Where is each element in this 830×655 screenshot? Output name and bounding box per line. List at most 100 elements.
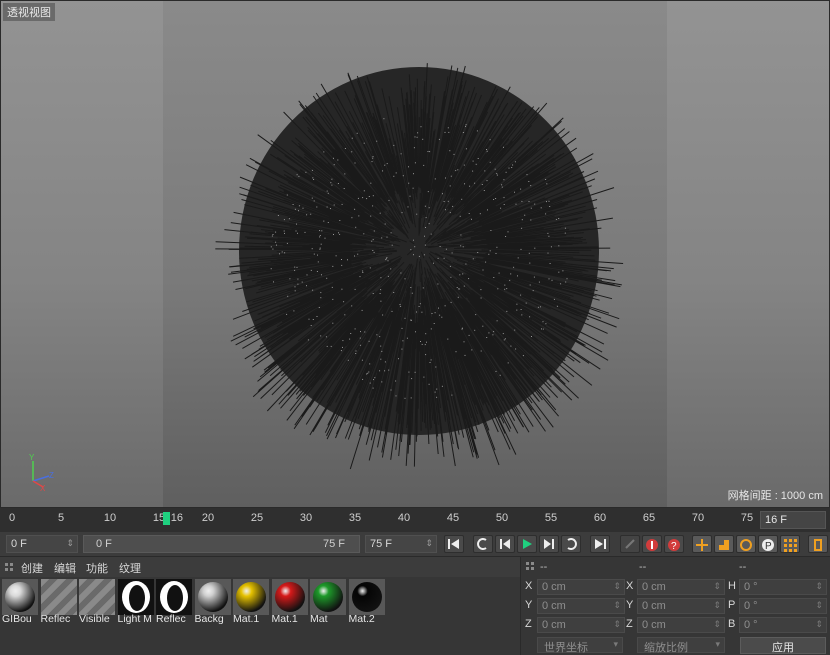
timeline-tick-label: 5 (57, 512, 65, 524)
range-start-label: 0 F (96, 538, 112, 550)
range-end-label: 75 F (322, 538, 345, 550)
rot-b-value: 0 ° (744, 619, 758, 631)
next-key-button[interactable] (561, 535, 581, 553)
rotate-key-button[interactable] (736, 535, 756, 553)
material-swatch[interactable]: Mat.2 (348, 579, 385, 627)
film-strip-icon (814, 539, 822, 551)
material-swatch[interactable]: Backg (194, 579, 231, 627)
material-swatch[interactable]: Mat.1 (271, 579, 308, 627)
prev-key-button[interactable] (473, 535, 493, 553)
material-swatch[interactable]: Mat (310, 579, 346, 627)
param-key-button[interactable]: P (758, 535, 778, 553)
rot-b-field[interactable]: 0 ° ⇕ (739, 617, 827, 633)
material-label: Mat.1 (271, 613, 298, 625)
current-frame-field[interactable]: 16 F (760, 511, 826, 529)
play-button[interactable] (517, 535, 537, 553)
rot-h-value: 0 ° (744, 581, 758, 593)
goto-start-button[interactable] (444, 535, 464, 553)
size-x-field[interactable]: 0 cm ⇕ (637, 579, 725, 595)
end-frame-field[interactable]: 75 F ⇕ (365, 535, 437, 553)
position-header: -- (540, 561, 548, 573)
pos-z-field[interactable]: 0 cm ⇕ (537, 617, 625, 633)
timeline-tick-label: 50 (495, 512, 509, 524)
next-key-icon (567, 538, 577, 550)
menu-texture[interactable]: 纹理 (119, 560, 141, 576)
perspective-viewport[interactable]: 透视视图 网格间距 : 1000 cm Y Z X (0, 0, 830, 508)
size-z-label: Z (626, 618, 633, 630)
timeline-tick-label: 35 (348, 512, 362, 524)
size-mode-select[interactable]: 缩放比例 ▾ (637, 637, 725, 654)
prev-frame-button[interactable] (495, 535, 515, 553)
rot-p-field[interactable]: 0 ° ⇕ (739, 598, 827, 614)
scale-key-button[interactable] (714, 535, 734, 553)
move-key-button[interactable] (692, 535, 712, 553)
material-preview-icon (117, 579, 154, 615)
menu-function[interactable]: 功能 (86, 560, 108, 576)
material-swatch[interactable]: Mat.1 (233, 579, 269, 627)
material-label: Visible (79, 613, 110, 625)
hair-sphere-object[interactable] (1, 1, 830, 508)
axis-gizmo: Y Z X (29, 453, 54, 491)
material-preview-icon (2, 579, 38, 615)
panel-grip-icon[interactable] (526, 562, 536, 572)
axis-y-label: Y (29, 453, 35, 462)
pla-key-button[interactable] (780, 535, 800, 553)
scale-icon (719, 540, 729, 550)
rot-h-label: H (728, 580, 736, 592)
timeline-window-button[interactable] (808, 535, 828, 553)
svg-text:?: ? (671, 541, 677, 552)
pos-y-field[interactable]: 0 cm ⇕ (537, 598, 625, 614)
rot-h-field[interactable]: 0 ° ⇕ (739, 579, 827, 595)
playhead-marker[interactable] (162, 512, 170, 525)
material-preview-icon (40, 579, 77, 615)
stepper-icon: ⇕ (613, 581, 621, 591)
timeline-ruler[interactable]: 0 5 10 15 20 25 30 35 40 45 50 55 60 65 70 75 16 16 F (0, 508, 830, 532)
material-swatch[interactable]: GIBou (2, 579, 38, 627)
size-x-value: 0 cm (642, 581, 666, 593)
coordinate-manager: -- -- -- X 0 cm ⇕ X 0 cm ⇕ H 0 ° ⇕ Y 0 cm ⇕ … (520, 556, 830, 655)
apply-button[interactable]: 应用 (740, 637, 826, 654)
material-swatch[interactable]: Visible (79, 579, 115, 627)
timeline-tick-label: 45 (446, 512, 460, 524)
panel-grip-icon[interactable] (5, 563, 15, 573)
autokey-button[interactable]: ? (664, 535, 684, 553)
frame-ruler[interactable]: 0 5 10 15 20 25 30 35 40 45 50 55 60 65 70 75 16 (4, 508, 756, 532)
keyframe-selection-button[interactable] (620, 535, 640, 553)
size-header: -- (639, 561, 647, 573)
pos-x-label: X (525, 580, 533, 592)
material-preview-icon (194, 579, 231, 615)
record-button[interactable] (642, 535, 662, 553)
preview-range-slider[interactable]: 0 F 75 F (83, 535, 360, 553)
timeline-tick-label: 40 (397, 512, 411, 524)
size-y-field[interactable]: 0 cm ⇕ (637, 598, 725, 614)
chevron-down-icon: ▾ (715, 639, 720, 649)
timeline-tick-label: 75 (740, 512, 754, 524)
material-label: Reflec (40, 613, 71, 625)
material-label: Mat.1 (233, 613, 260, 625)
pos-x-value: 0 cm (542, 581, 566, 593)
material-swatch[interactable]: Light M (117, 579, 154, 627)
rotation-header: -- (739, 561, 747, 573)
size-z-field[interactable]: 0 cm ⇕ (637, 617, 725, 633)
grid-dots-icon (784, 539, 797, 552)
goto-end-button[interactable] (590, 535, 610, 553)
next-frame-button[interactable] (539, 535, 559, 553)
menu-create[interactable]: 创建 (21, 560, 43, 576)
pos-y-label: Y (525, 599, 533, 611)
material-swatch[interactable]: Reflec (156, 579, 192, 627)
start-frame-field[interactable]: 0 F ⇕ (6, 535, 78, 553)
coordinate-system-select[interactable]: 世界坐标 ▾ (537, 637, 623, 654)
size-y-label: Y (626, 599, 634, 611)
c4d-window: 透视视图 网格间距 : 1000 cm Y Z X 0 5 10 15 20 25 30 35… (0, 0, 830, 655)
viewport-title[interactable]: 透视视图 (3, 3, 55, 21)
size-x-label: X (626, 580, 634, 592)
timeline-tick-label: 25 (250, 512, 264, 524)
step-forward-icon (544, 539, 554, 549)
material-swatch[interactable]: Reflec (40, 579, 77, 627)
timeline-tick-label: 30 (299, 512, 313, 524)
timeline-tick-label: 70 (691, 512, 705, 524)
material-label: Mat (310, 613, 328, 625)
material-label: Light M (117, 613, 152, 625)
menu-edit[interactable]: 编辑 (54, 560, 76, 576)
pos-x-field[interactable]: 0 cm ⇕ (537, 579, 625, 595)
